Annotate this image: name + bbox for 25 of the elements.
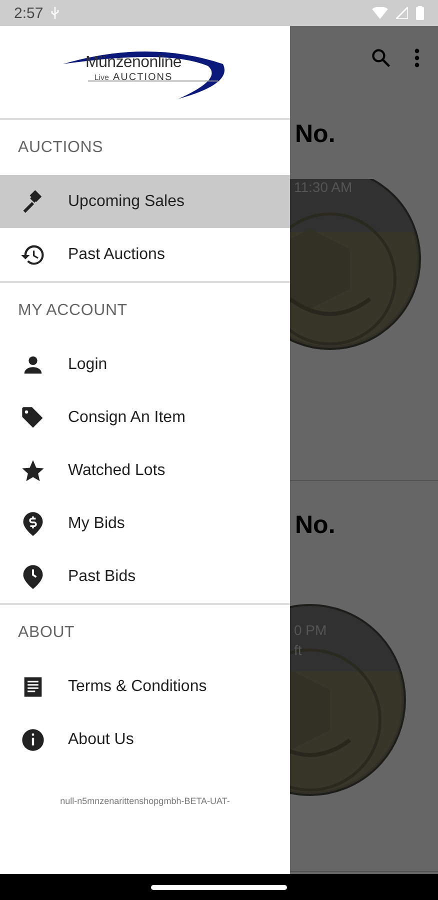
more-icon[interactable] bbox=[414, 48, 420, 68]
usb-icon bbox=[51, 7, 60, 19]
menu-item[interactable]: Upcoming Sales bbox=[0, 175, 290, 228]
menu-item[interactable]: Watched Lots bbox=[0, 444, 290, 497]
menu-item[interactable]: My Bids bbox=[0, 497, 290, 550]
battery-icon bbox=[416, 6, 424, 20]
lot-title: No. bbox=[294, 119, 336, 149]
lot-title: No. bbox=[294, 510, 336, 540]
status-time: 2:57 bbox=[14, 4, 44, 22]
section-header: AUCTIONS bbox=[17, 138, 104, 158]
home-indicator[interactable] bbox=[151, 884, 287, 890]
menu-item[interactable]: Login bbox=[0, 338, 290, 391]
signal-icon bbox=[396, 7, 408, 19]
menu-item[interactable]: Past Bids bbox=[0, 550, 290, 603]
menu-item[interactable]: About Us bbox=[0, 713, 290, 766]
menu-item[interactable]: Terms & Conditions bbox=[0, 660, 290, 713]
section-header: ABOUT bbox=[17, 622, 76, 642]
menu-item[interactable]: Consign An Item bbox=[0, 391, 290, 444]
section-header: MY ACCOUNT bbox=[17, 300, 128, 320]
info-icon bbox=[20, 726, 46, 752]
version-text: null-n5mnzenarittenshopgmbh-BETA-UAT- bbox=[59, 795, 231, 806]
menu-item[interactable]: Past Auctions bbox=[0, 228, 290, 281]
star-icon bbox=[20, 458, 46, 484]
search-icon[interactable] bbox=[370, 47, 392, 69]
wifi-icon bbox=[372, 7, 388, 19]
